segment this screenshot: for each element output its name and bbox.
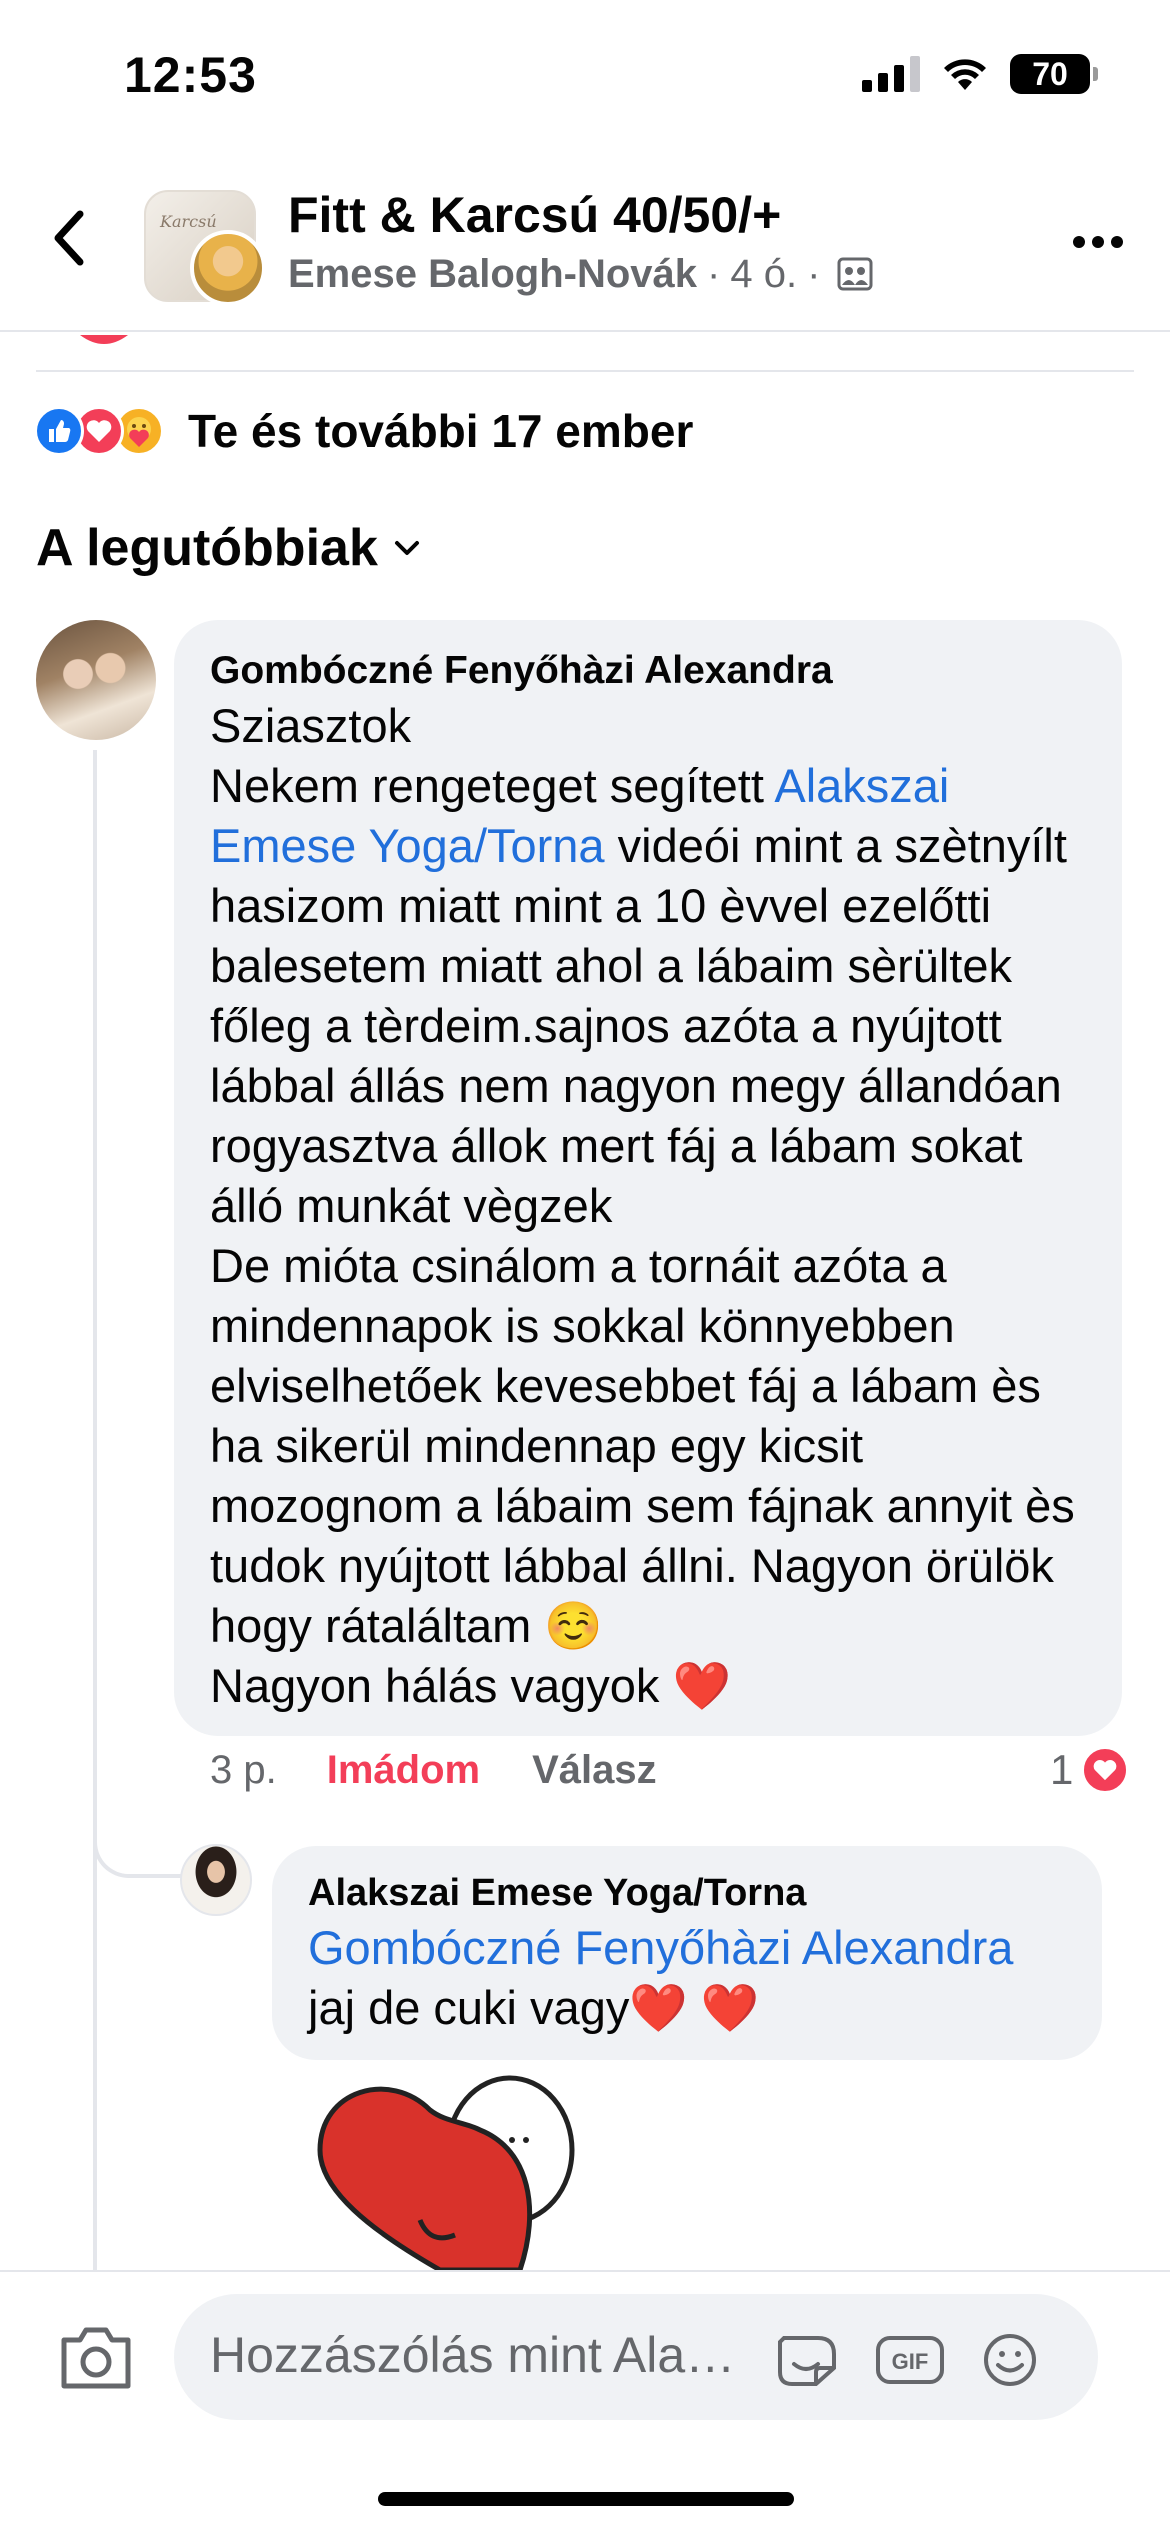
reactions-summary[interactable]: Te és további 17 ember [34, 404, 693, 458]
reply-bubble[interactable]: Alakszai Emese Yoga/Torna Gombóczné Feny… [272, 1846, 1102, 2060]
thread-line [93, 750, 97, 2270]
comment-bubble[interactable]: Gombóczné Fenyőhàzi Alexandra Sziasztok … [174, 620, 1122, 1736]
status-bar: 12:53 70 [0, 0, 1170, 150]
comment-actions: 3 p. Imádom Válasz [210, 1748, 657, 1793]
reply-author[interactable]: Alakszai Emese Yoga/Torna [308, 1868, 1066, 1918]
love-reaction-peek-icon [80, 335, 128, 344]
like-reaction-icon [34, 406, 84, 456]
post-time[interactable]: 4 ó. [730, 252, 797, 296]
author-avatar[interactable] [190, 230, 266, 306]
reply-mention[interactable]: Gombóczné Fenyőhàzi Alexandra [308, 1918, 1066, 1978]
sticker-icon[interactable] [772, 2332, 844, 2388]
heart-hug-sticker[interactable] [280, 2070, 600, 2270]
group-thumbnail-text: Karcsú [160, 212, 217, 231]
comment-text-end: videói mint a szètnyílt hasizom miatt mi… [210, 819, 1075, 1712]
cellular-signal-icon [862, 56, 920, 92]
meta-separator: · [807, 252, 821, 296]
commenter-avatar[interactable] [36, 620, 156, 740]
reply-text: jaj de cuki vagy❤️ ❤️ [308, 1981, 760, 2034]
comment-text-start: Sziasztok Nekem rengeteget segített [210, 699, 764, 812]
post-meta: Emese Balogh-Novák · 4 ó. · [288, 252, 874, 297]
post-author[interactable]: Emese Balogh-Novák [288, 252, 697, 296]
reply-button[interactable]: Válasz [532, 1748, 657, 1793]
replier-avatar[interactable] [180, 1844, 252, 1916]
emoji-icon[interactable] [974, 2332, 1046, 2388]
wifi-icon [944, 59, 986, 90]
group-audience-icon [837, 257, 873, 291]
sort-label: A legutóbbiak [36, 519, 378, 577]
svg-text:GIF: GIF [892, 2349, 929, 2374]
reaction-count-number: 1 [1050, 1746, 1074, 1793]
gif-icon[interactable]: GIF [874, 2332, 946, 2388]
comment-text: Sziasztok Nekem rengeteget segített Alak… [210, 696, 1086, 1716]
comment-input-placeholder: Hozzászólás mint Ala… [210, 2327, 736, 2383]
back-chevron-icon[interactable] [46, 208, 96, 268]
camera-icon[interactable] [58, 2322, 134, 2394]
more-dots-icon[interactable] [1072, 232, 1124, 252]
chevron-down-icon [394, 541, 419, 555]
comment-time[interactable]: 3 p. [210, 1748, 277, 1793]
home-indicator[interactable] [378, 2492, 794, 2506]
reaction-button[interactable]: Imádom [327, 1748, 480, 1793]
thread-connector [93, 1786, 183, 1878]
battery-icon: 70 [1010, 54, 1098, 94]
love-reaction-icon [1081, 1746, 1130, 1794]
divider [36, 370, 1134, 372]
meta-separator: · [707, 252, 721, 296]
group-title[interactable]: Fitt & Karcsú 40/50/+ [288, 186, 781, 244]
status-icons: 70 [862, 54, 1098, 94]
reactions-text[interactable]: Te és további 17 ember [188, 404, 693, 458]
comment-author[interactable]: Gombóczné Fenyőhàzi Alexandra [210, 646, 1086, 696]
comment-input[interactable]: Hozzászólás mint Ala… GIF [174, 2294, 1098, 2420]
comment-reaction-count[interactable]: 1 [1050, 1746, 1130, 1794]
comment-sort-dropdown[interactable]: A legutóbbiak [36, 518, 422, 578]
status-time: 12:53 [124, 47, 257, 103]
post-header: Karcsú Fitt & Karcsú 40/50/+ Emese Balog… [0, 170, 1170, 332]
